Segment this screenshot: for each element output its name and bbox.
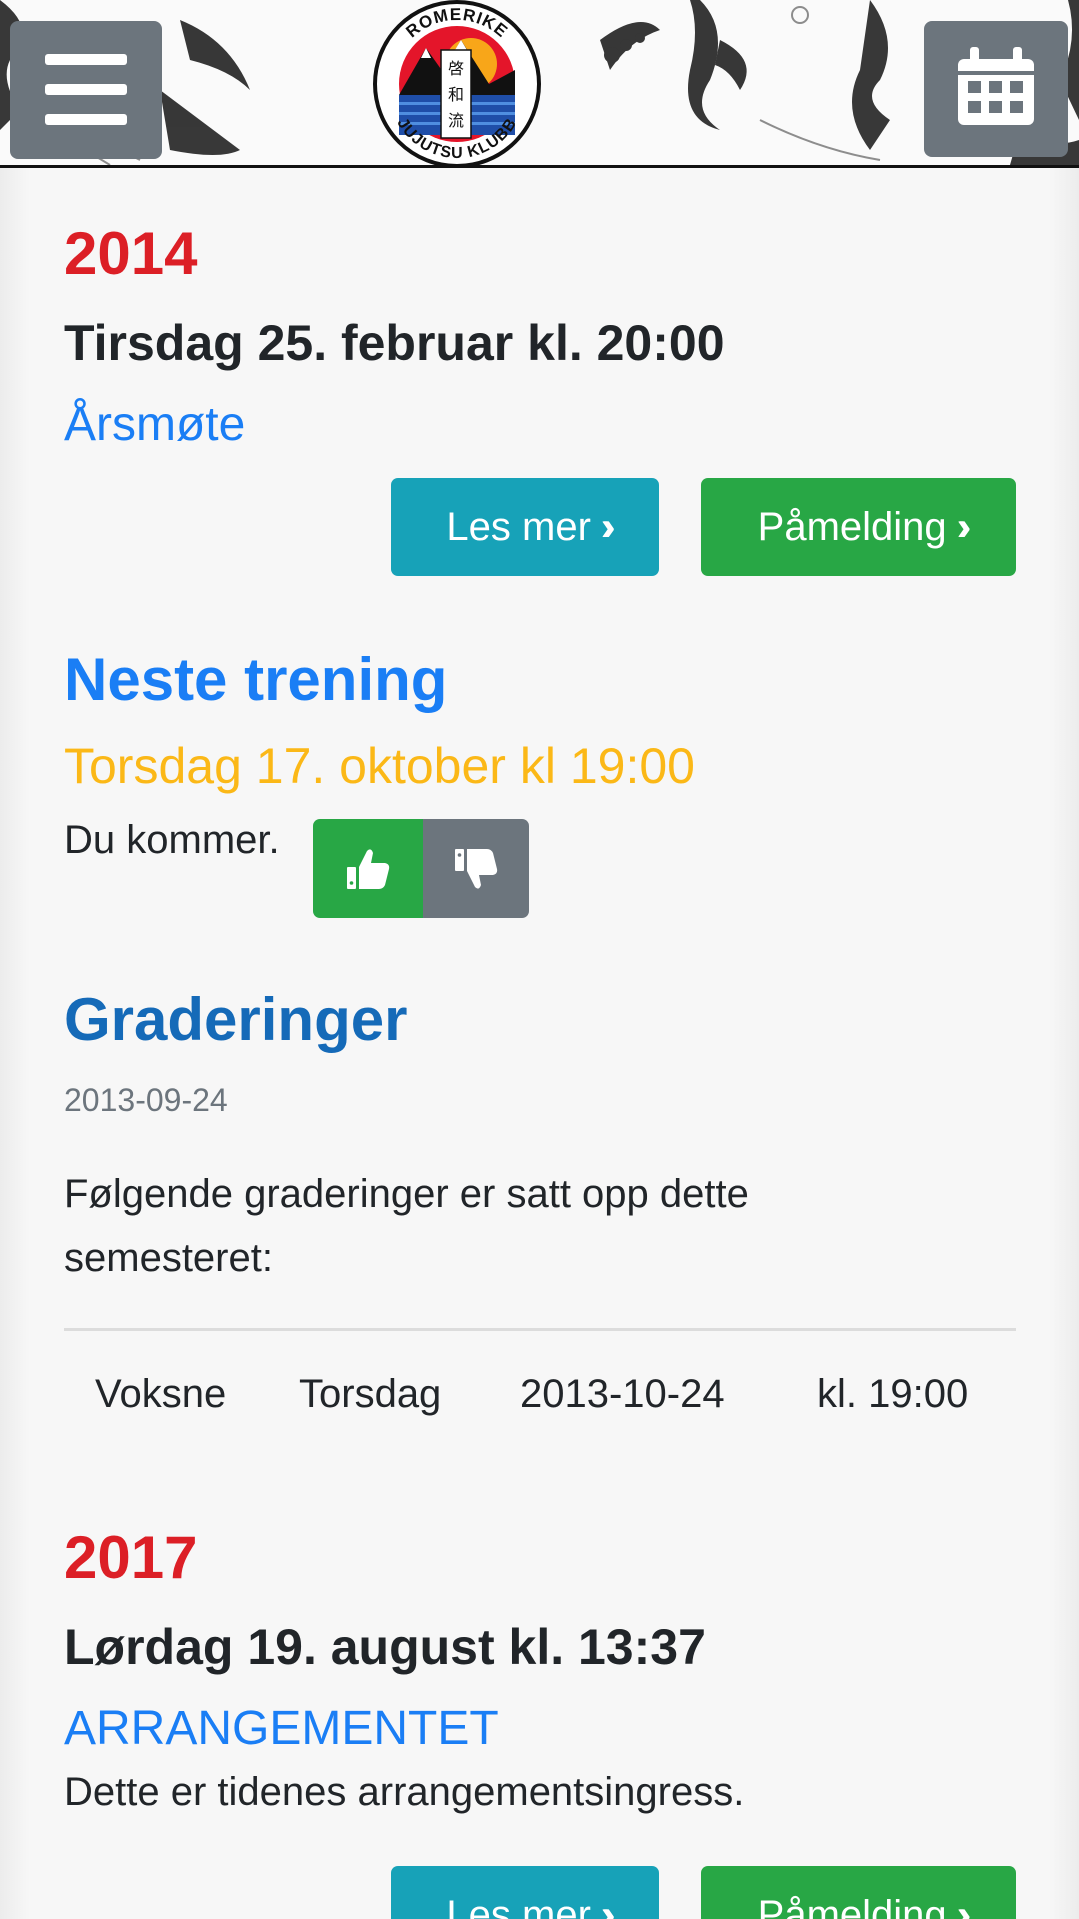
gradings-intro-line2: semesteret: xyxy=(64,1236,273,1280)
thumbs-down-icon xyxy=(455,848,498,889)
grading-date: 2013-10-24 xyxy=(520,1371,725,1416)
attend-yes-button[interactable] xyxy=(313,819,423,918)
logo-kanji-1: 啓 xyxy=(448,59,464,78)
grading-group: Voksne xyxy=(95,1371,227,1416)
double-chevron-right-icon: ›› xyxy=(956,504,970,549)
club-logo[interactable]: 啓 和 流 ROMERIKE JUJUTSU KLUBB xyxy=(371,0,543,168)
menu-button[interactable] xyxy=(10,21,162,159)
read-more-label: Les mer xyxy=(446,504,591,549)
attend-no-button[interactable] xyxy=(423,819,529,918)
next-training-date: Torsdag 17. oktober kl 19:00 xyxy=(64,738,695,794)
gradings-title: Graderinger xyxy=(64,986,408,1053)
gradings-intro-line1: Følgende graderinger er satt opp dette xyxy=(64,1172,749,1216)
signup-label: Påmelding xyxy=(757,1892,947,1919)
double-chevron-right-icon: ›› xyxy=(956,1892,970,1919)
event-date: Tirsdag 25. februar kl. 20:00 xyxy=(64,315,725,371)
read-more-label: Les mer xyxy=(446,1892,591,1919)
grading-day: Torsdag xyxy=(299,1371,442,1416)
read-more-button[interactable]: Les mer ›› xyxy=(391,1866,659,1919)
signup-label: Påmelding xyxy=(757,504,947,549)
table-divider xyxy=(64,1328,1016,1331)
double-chevron-right-icon: ›› xyxy=(600,1892,614,1919)
event-date: Lørdag 19. august kl. 13:37 xyxy=(64,1619,706,1675)
double-chevron-right-icon: ›› xyxy=(600,504,614,549)
thumbs-up-icon xyxy=(347,848,390,889)
event-year: 2014 xyxy=(64,220,198,287)
attendance-toggle xyxy=(313,819,529,918)
attendance-status: Du kommer. xyxy=(64,818,280,862)
grading-time: kl. 19:00 xyxy=(817,1371,969,1416)
gradings-date: 2013-09-24 xyxy=(64,1082,228,1118)
read-more-button[interactable]: Les mer ›› xyxy=(391,478,659,576)
event-year: 2017 xyxy=(64,1524,198,1591)
event-title-link[interactable]: ARRANGEMENTET xyxy=(64,1705,499,1753)
calendar-icon xyxy=(958,47,1034,125)
signup-button[interactable]: Påmelding ›› xyxy=(701,478,1016,576)
signup-button[interactable]: Påmelding ›› xyxy=(701,1866,1016,1919)
table-row: Voksne Torsdag 2013-10-24 kl. 19:00 xyxy=(64,1354,1016,1434)
page: 啓 和 流 ROMERIKE JUJUTSU KLUBB 2014 Tirsda… xyxy=(0,0,1079,1919)
event-ingress: Dette er tidenes arrangementsingress. xyxy=(64,1770,745,1814)
site-header: 啓 和 流 ROMERIKE JUJUTSU KLUBB xyxy=(0,0,1079,168)
calendar-button[interactable] xyxy=(924,21,1068,157)
logo-kanji-2: 和 xyxy=(448,85,464,104)
logo-kanji-3: 流 xyxy=(448,111,464,130)
event-title-link[interactable]: Årsmøte xyxy=(64,401,245,449)
next-training-title: Neste trening xyxy=(64,646,448,713)
